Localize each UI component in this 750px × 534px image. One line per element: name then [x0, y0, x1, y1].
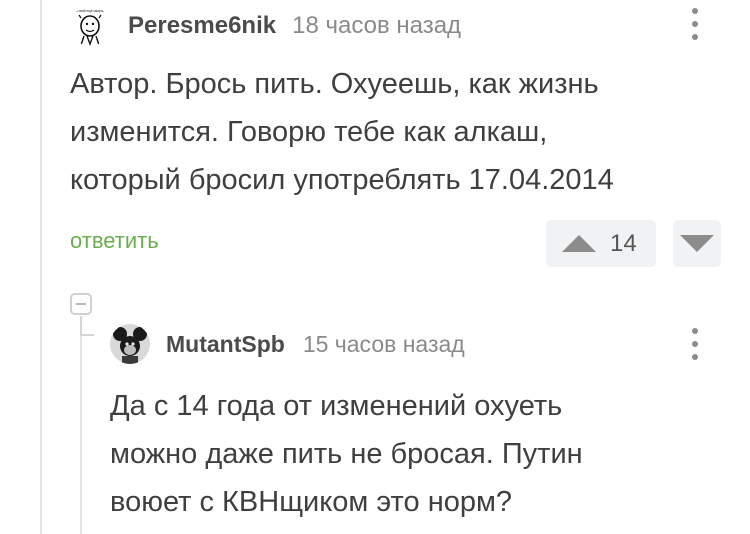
comment-line: изменится. Говорю тебе как алкаш, [70, 116, 548, 148]
meme-face-icon: на свой ещё смирись [70, 6, 110, 46]
comment-body: Да с 14 года от изменений охуеть можно д… [110, 382, 670, 526]
comment-line: воюет с КВНщиком это норм? [110, 486, 513, 518]
downvote-button[interactable] [673, 220, 721, 267]
avatar-caption: на свой ещё смирись [74, 9, 106, 13]
username[interactable]: Peresme6nik [128, 12, 276, 40]
comment-header: на свой ещё смирись Peresme6nik 18 часов… [70, 6, 461, 46]
thread-line [40, 0, 42, 534]
more-options-icon[interactable] [690, 328, 700, 360]
rating-count: 14 [610, 229, 637, 257]
comment-header: MutantSpb 15 часов назад [110, 324, 465, 364]
avatar[interactable]: на свой ещё смирись [70, 6, 110, 46]
comment-body: Автор. Брось пить. Охуеешь, как жизнь из… [70, 60, 710, 204]
downvote-arrow-icon [680, 235, 714, 252]
branch-connector [80, 316, 82, 336]
timestamp[interactable]: 15 часов назад [303, 331, 465, 358]
minus-icon [76, 303, 86, 305]
branch-connector [80, 334, 94, 336]
collapse-thread-button[interactable] [70, 293, 92, 315]
comment-line: Да с 14 года от изменений охуеть [110, 390, 563, 422]
comment-line: можно даже пить не бросая. Путин [110, 438, 583, 470]
comment-line: который бросил употреблять 17.04.2014 [70, 164, 614, 196]
comment-line: Автор. Брось пить. Охуеешь, как жизнь [70, 68, 599, 100]
upvote-arrow-icon [562, 235, 596, 252]
more-options-icon[interactable] [690, 8, 700, 40]
comment: на свой ещё смирись Peresme6nik 18 часов… [70, 0, 750, 290]
reply-button[interactable]: ответить [70, 228, 159, 254]
avatar[interactable] [110, 324, 150, 364]
reply-thread-line [80, 336, 82, 534]
reply-comment: MutantSpb 15 часов назад Да с 14 года от… [110, 320, 750, 534]
upvote-button[interactable]: 14 [546, 220, 656, 267]
username[interactable]: MutantSpb [166, 331, 285, 358]
timestamp[interactable]: 18 часов назад [292, 12, 461, 40]
mouse-character-icon [110, 324, 150, 364]
